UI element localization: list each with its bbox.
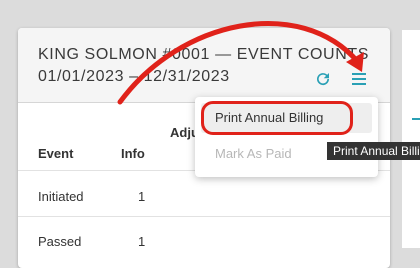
hamburger-menu-icon[interactable]	[350, 70, 368, 88]
card-header: KING SOLMON #0001 — EVENT COUNTS 01/01/2…	[18, 28, 390, 103]
row-info: 1	[138, 189, 146, 204]
column-header-info: Info	[121, 146, 145, 161]
refresh-icon[interactable]	[314, 70, 332, 88]
row-event: Initiated	[38, 189, 84, 204]
annotation-highlight-circle	[201, 101, 353, 135]
row-divider	[18, 216, 390, 217]
row-info: 1	[138, 234, 146, 249]
card-title: KING SOLMON #0001 — EVENT COUNTS	[38, 46, 369, 63]
card-date-range: 01/01/2023 – 12/31/2023	[38, 68, 230, 85]
tab-indicator	[412, 118, 420, 120]
adjacent-panel	[402, 30, 420, 248]
row-event: Passed	[38, 234, 82, 249]
column-header-event: Event	[38, 146, 74, 161]
tooltip: Print Annual Billing	[327, 142, 420, 160]
